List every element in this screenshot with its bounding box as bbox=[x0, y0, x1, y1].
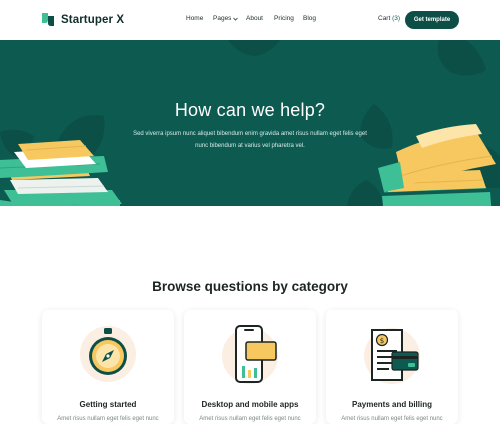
compass-icon bbox=[80, 326, 136, 382]
nav-item-pages[interactable]: Pages bbox=[213, 15, 239, 22]
invoice-card-icon: $ bbox=[364, 328, 420, 384]
hero-subtitle: Sed viverra ipsum nunc aliquet bibendum … bbox=[133, 131, 367, 149]
site-header: Startuper X Home Pages About Pricing Blo… bbox=[0, 0, 500, 40]
card-description: Amet risus nullam eget felis eget nunc bbox=[341, 416, 443, 422]
nav-label: About bbox=[246, 15, 263, 22]
cta-label: Get template bbox=[413, 17, 451, 23]
chevron-down-icon bbox=[233, 17, 239, 21]
card-description: Amet risus nullam eget felis eget nunc bbox=[57, 416, 159, 422]
cart-count: (3) bbox=[392, 15, 401, 22]
svg-text:$: $ bbox=[380, 337, 384, 345]
nav-item-pricing[interactable]: Pricing bbox=[274, 15, 294, 22]
hero-banner: How can we help? Sed viverra ipsum nunc … bbox=[0, 40, 500, 206]
get-template-button[interactable]: Get template bbox=[405, 11, 459, 29]
cart-label: Cart bbox=[378, 15, 391, 22]
nav-label: Home bbox=[186, 15, 204, 22]
category-card-payments-billing[interactable]: $ Payments and billing Amet risus nullam… bbox=[326, 310, 458, 424]
cart-link[interactable]: Cart (3) bbox=[378, 15, 400, 22]
phone-app-icon bbox=[222, 325, 278, 384]
card-title: Payments and billing bbox=[351, 400, 432, 409]
hero-illustration bbox=[0, 40, 500, 206]
nav-label: Pricing bbox=[274, 15, 294, 22]
logo-mark-icon bbox=[42, 13, 54, 26]
brand-name: Startuper X bbox=[61, 13, 125, 26]
nav-item-blog[interactable]: Blog bbox=[303, 15, 316, 22]
brand-logo[interactable]: Startuper X bbox=[41, 12, 124, 27]
hero-title: How can we help? bbox=[174, 100, 326, 120]
nav-item-about[interactable]: About bbox=[246, 15, 263, 22]
section-title: Browse questions by category bbox=[152, 279, 348, 294]
right-book-stack bbox=[378, 124, 496, 206]
card-description: Amet risus nullam eget felis eget nunc bbox=[199, 416, 301, 422]
category-card-getting-started[interactable]: Getting started Amet risus nullam eget f… bbox=[42, 310, 174, 424]
card-title: Getting started bbox=[79, 400, 137, 409]
card-title: Desktop and mobile apps bbox=[201, 400, 299, 409]
nav-label: Pages bbox=[213, 15, 232, 22]
nav-label: Blog bbox=[303, 15, 317, 22]
nav-item-home[interactable]: Home bbox=[186, 15, 203, 22]
category-card-desktop-mobile[interactable]: Desktop and mobile apps Amet risus nulla… bbox=[184, 310, 316, 424]
